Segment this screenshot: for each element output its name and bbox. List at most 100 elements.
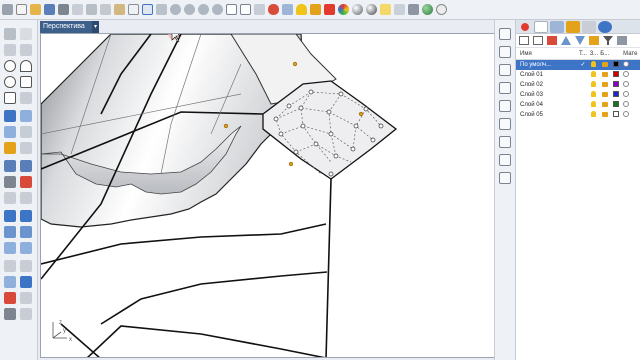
new-file-icon[interactable] bbox=[16, 4, 27, 15]
perspective-viewport[interactable]: z x y bbox=[40, 33, 512, 358]
tab-help-icon[interactable] bbox=[598, 20, 612, 33]
zoom-window-icon[interactable] bbox=[184, 4, 195, 15]
layer-color-swatch[interactable] bbox=[610, 60, 621, 70]
tools-icon[interactable] bbox=[617, 36, 627, 45]
visibility-bulb-icon[interactable] bbox=[588, 100, 599, 110]
material-icon[interactable] bbox=[621, 70, 640, 80]
lock-icon[interactable] bbox=[599, 110, 610, 120]
lock-icon[interactable] bbox=[599, 100, 610, 110]
help-icon[interactable] bbox=[436, 4, 447, 15]
grid-snap-icon[interactable] bbox=[4, 276, 16, 288]
layer-name[interactable]: Слой 05 bbox=[516, 110, 578, 120]
mirror-tool-icon[interactable] bbox=[4, 242, 16, 254]
copy-tool-icon[interactable] bbox=[20, 210, 32, 222]
material-icon[interactable] bbox=[621, 60, 640, 70]
material-icon[interactable] bbox=[621, 110, 640, 120]
named-views-icon[interactable] bbox=[499, 64, 511, 76]
scale-tool-icon[interactable] bbox=[20, 226, 32, 238]
analyze-tool-icon[interactable] bbox=[20, 276, 32, 288]
visibility-bulb-icon[interactable] bbox=[588, 90, 599, 100]
render-tool-icon[interactable] bbox=[4, 292, 16, 304]
print-icon[interactable] bbox=[58, 4, 69, 15]
move-up-icon[interactable] bbox=[561, 36, 571, 45]
history-icon[interactable] bbox=[499, 136, 511, 148]
boolean-union-icon[interactable] bbox=[4, 160, 16, 172]
rendered-sphere-icon[interactable] bbox=[366, 4, 377, 15]
current-layer-check-icon[interactable] bbox=[578, 100, 589, 110]
header-name[interactable]: Имя bbox=[516, 48, 578, 59]
tab-render-icon[interactable] bbox=[566, 20, 580, 33]
layer-name[interactable]: Слой 04 bbox=[516, 100, 578, 110]
text-tool-icon[interactable] bbox=[20, 260, 32, 272]
visibility-bulb-icon[interactable] bbox=[588, 110, 599, 120]
four-viewports-icon[interactable] bbox=[226, 4, 237, 15]
edit-point-icon[interactable] bbox=[4, 142, 16, 154]
select-arrow-icon[interactable] bbox=[2, 4, 13, 15]
move-tool-icon[interactable] bbox=[4, 210, 16, 222]
block-manager-icon[interactable] bbox=[499, 118, 511, 130]
zoom-selected-icon[interactable] bbox=[212, 4, 223, 15]
cut-icon[interactable] bbox=[86, 4, 97, 15]
layer-color-swatch[interactable] bbox=[610, 110, 621, 120]
surface-tool-icon[interactable] bbox=[20, 110, 32, 122]
visibility-bulb-icon[interactable] bbox=[588, 60, 599, 70]
lock-icon[interactable] bbox=[599, 80, 610, 90]
color-wheel-icon[interactable] bbox=[338, 4, 349, 15]
select-tool-icon[interactable] bbox=[4, 28, 16, 40]
tab-materials-icon[interactable] bbox=[582, 20, 596, 33]
snapshot-icon[interactable] bbox=[499, 154, 511, 166]
group-icon[interactable] bbox=[499, 100, 511, 112]
hide-show-icon[interactable] bbox=[499, 82, 511, 94]
layer-row[interactable]: Слой 03 bbox=[516, 90, 640, 100]
tab-display-icon[interactable] bbox=[550, 20, 564, 33]
lock-icon[interactable] bbox=[599, 90, 610, 100]
block-tool-icon[interactable] bbox=[20, 308, 32, 320]
rectangle-tool-icon[interactable] bbox=[4, 92, 16, 104]
layer-name[interactable]: Слой 02 bbox=[516, 80, 578, 90]
layer-row[interactable]: Слой 01 bbox=[516, 70, 640, 80]
header-lock[interactable]: Б... bbox=[599, 48, 610, 59]
viewport-tab[interactable]: Перспектива bbox=[40, 21, 98, 33]
render-icon[interactable] bbox=[394, 4, 405, 15]
visibility-bulb-icon[interactable] bbox=[588, 70, 599, 80]
layer-name[interactable]: По умолч... bbox=[516, 60, 578, 70]
polygon-tool-icon[interactable] bbox=[20, 76, 32, 88]
layer-row[interactable]: По умолч... ✓ bbox=[516, 60, 640, 70]
model-canvas[interactable]: z x y bbox=[41, 34, 512, 358]
globe-icon[interactable] bbox=[422, 4, 433, 15]
trim-tool-icon[interactable] bbox=[20, 142, 32, 154]
layer-color-swatch[interactable] bbox=[610, 80, 621, 90]
freeform-tool-icon[interactable] bbox=[20, 92, 32, 104]
material-icon[interactable] bbox=[621, 100, 640, 110]
shaded-sphere-icon[interactable] bbox=[352, 4, 363, 15]
lightbulb-icon[interactable] bbox=[296, 4, 307, 15]
current-layer-check-icon[interactable]: ✓ bbox=[578, 60, 589, 70]
viewport-layout-icon[interactable] bbox=[240, 4, 251, 15]
current-layer-check-icon[interactable] bbox=[578, 80, 589, 90]
circle-tool-icon[interactable] bbox=[4, 60, 16, 72]
extrude-tool-icon[interactable] bbox=[4, 126, 16, 138]
header-current[interactable]: Т... bbox=[578, 48, 589, 59]
gumball-icon[interactable] bbox=[499, 172, 511, 184]
solid-box-icon[interactable] bbox=[4, 110, 16, 122]
undo-icon[interactable] bbox=[128, 4, 139, 15]
material-icon[interactable] bbox=[621, 80, 640, 90]
car-icon[interactable] bbox=[268, 4, 279, 15]
header-visible[interactable]: З... bbox=[588, 48, 599, 59]
layer-name[interactable]: Слой 03 bbox=[516, 90, 578, 100]
layer-row[interactable]: Слой 04 bbox=[516, 100, 640, 110]
point-tool-icon[interactable] bbox=[20, 28, 32, 40]
layer-color-swatch[interactable] bbox=[610, 100, 621, 110]
cplane-icon[interactable] bbox=[254, 4, 265, 15]
rotate-view-icon[interactable] bbox=[156, 4, 167, 15]
viewport-menu-icon[interactable]: ▾ bbox=[92, 21, 99, 33]
zoom-extents-icon[interactable] bbox=[198, 4, 209, 15]
cage-edit-icon[interactable] bbox=[20, 292, 32, 304]
rotate-tool-icon[interactable] bbox=[4, 226, 16, 238]
layers-stack-icon[interactable] bbox=[282, 4, 293, 15]
header-color[interactable] bbox=[610, 48, 621, 59]
material-icon[interactable] bbox=[621, 90, 640, 100]
properties-icon[interactable] bbox=[72, 4, 83, 15]
join-tool-icon[interactable] bbox=[4, 176, 16, 188]
layer-row[interactable]: Слой 05 bbox=[516, 110, 640, 120]
